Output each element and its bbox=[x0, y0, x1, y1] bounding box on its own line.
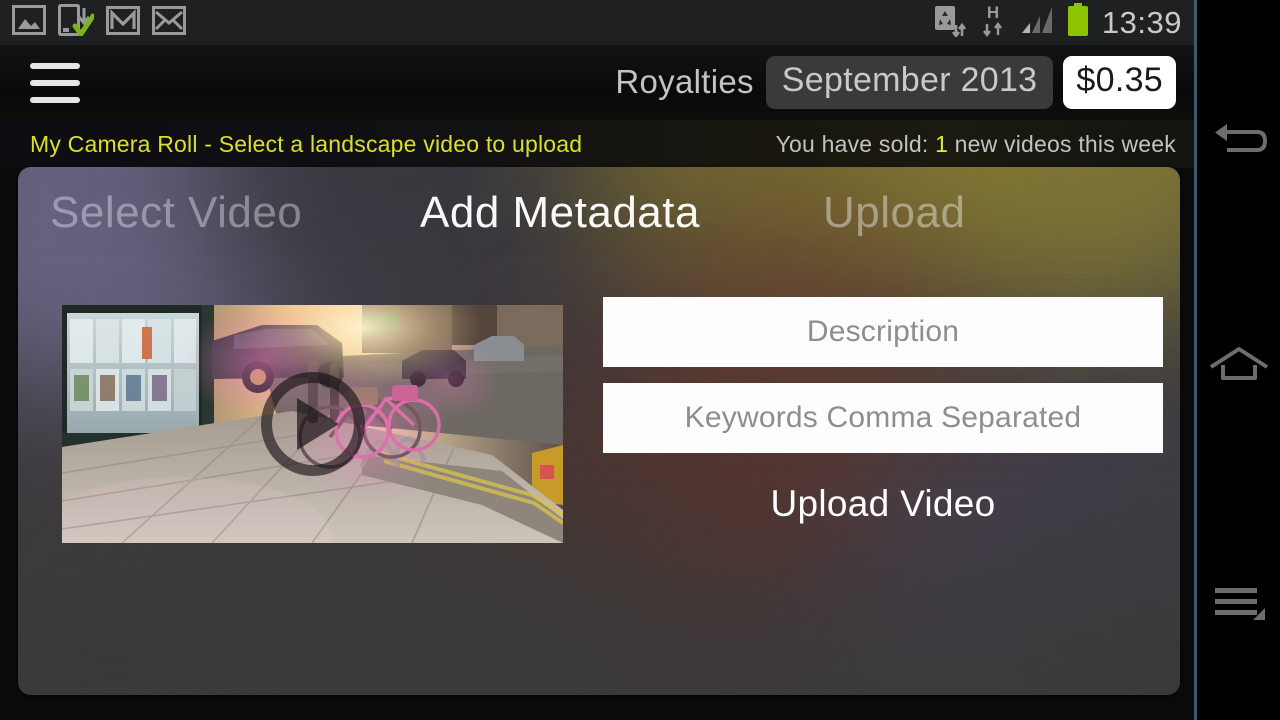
hamburger-menu-icon[interactable] bbox=[30, 62, 80, 103]
tab-upload[interactable]: Upload bbox=[823, 191, 965, 235]
gmail-icon bbox=[106, 5, 140, 40]
royalties-period-selector[interactable]: September 2013 bbox=[765, 56, 1054, 109]
keywords-placeholder: Keywords Comma Separated bbox=[684, 401, 1082, 434]
android-status-bar: H 13:39 bbox=[0, 0, 1196, 45]
recent-apps-icon[interactable] bbox=[1197, 558, 1280, 648]
upload-video-button[interactable]: Upload Video bbox=[603, 483, 1163, 525]
hamburger-line bbox=[30, 96, 80, 103]
sub-header-strip: My Camera Roll - Select a landscape vide… bbox=[0, 120, 1196, 168]
back-icon[interactable] bbox=[1197, 96, 1280, 186]
gallery-image-icon bbox=[12, 5, 46, 40]
tab-select-video[interactable]: Select Video bbox=[50, 191, 302, 235]
status-bar-clock: 13:39 bbox=[1101, 5, 1182, 40]
video-thumbnail-image bbox=[62, 305, 563, 543]
app-header-bar: Royalties September 2013 $0.35 bbox=[0, 45, 1196, 120]
sold-count-badge: 1 bbox=[935, 130, 955, 157]
application-area: H 13:39 Royalties September 2013 $0.35 M… bbox=[0, 0, 1196, 720]
home-icon[interactable] bbox=[1197, 320, 1280, 410]
battery-full-icon bbox=[1066, 3, 1090, 42]
status-bar-system-icons: H 13:39 bbox=[932, 3, 1196, 42]
sales-status-text: You have sold: 1 new videos this week bbox=[776, 131, 1196, 158]
status-bar-notification-icons bbox=[0, 4, 186, 41]
recent-apps-glyph bbox=[1214, 588, 1265, 620]
svg-text:H: H bbox=[987, 3, 999, 22]
description-input[interactable]: Description bbox=[603, 297, 1163, 367]
email-icon bbox=[152, 5, 186, 40]
hamburger-line bbox=[30, 62, 80, 69]
video-thumbnail[interactable] bbox=[62, 305, 563, 543]
upload-wizard-panel: Select Video Add Metadata Upload Descrip… bbox=[18, 167, 1180, 695]
wizard-step-tabs: Select Video Add Metadata Upload bbox=[18, 167, 1180, 257]
android-navigation-bar bbox=[1197, 0, 1280, 720]
hspa-data-icon: H bbox=[978, 3, 1008, 42]
royalties-summary: Royalties September 2013 $0.35 bbox=[615, 56, 1196, 109]
recycle-sync-icon bbox=[932, 3, 966, 42]
keywords-input[interactable]: Keywords Comma Separated bbox=[603, 383, 1163, 453]
royalties-amount-badge[interactable]: $0.35 bbox=[1063, 56, 1176, 109]
sold-suffix: new videos this week bbox=[954, 130, 1176, 157]
device-screen: H 13:39 Royalties September 2013 $0.35 M… bbox=[0, 0, 1280, 720]
sold-prefix: You have sold: bbox=[775, 130, 936, 157]
home-house-glyph bbox=[1209, 347, 1268, 380]
signal-bars-icon bbox=[1020, 5, 1054, 40]
hamburger-line bbox=[30, 79, 80, 86]
device-download-check-icon bbox=[58, 4, 96, 41]
back-arrow-glyph bbox=[1214, 124, 1267, 152]
metadata-form: Description Keywords Comma Separated Upl… bbox=[603, 297, 1163, 525]
camera-roll-instruction: My Camera Roll - Select a landscape vide… bbox=[30, 130, 583, 157]
royalties-label: Royalties bbox=[615, 63, 754, 101]
description-placeholder: Description bbox=[806, 315, 960, 348]
tab-add-metadata[interactable]: Add Metadata bbox=[420, 191, 700, 235]
